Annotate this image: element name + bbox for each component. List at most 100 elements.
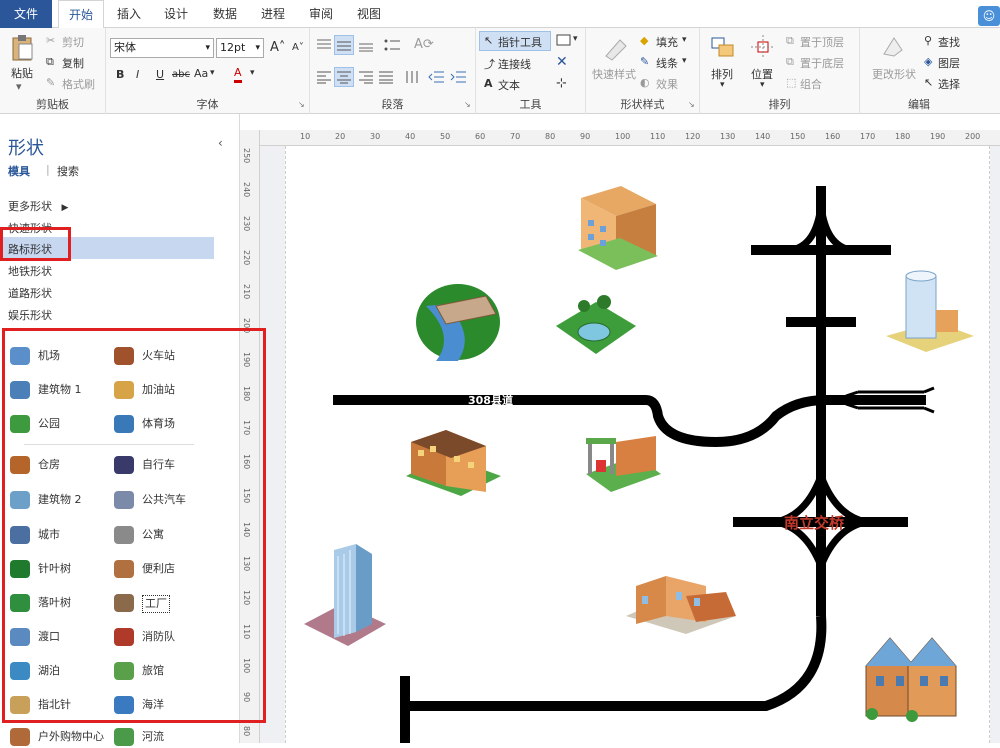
layers-icon[interactable]: ◈ — [924, 55, 932, 68]
format-painter-button[interactable]: 格式刷 — [62, 76, 95, 92]
more-shapes-item[interactable]: 更多形状 ▶ — [8, 198, 68, 214]
cut-icon[interactable]: ✂ — [46, 34, 55, 47]
copy-icon[interactable]: ⧉ — [46, 55, 54, 69]
tab-data[interactable]: 数据 — [204, 0, 246, 28]
drawing-page[interactable]: 308县道 南立交桥 — [285, 146, 990, 743]
building-icon-2[interactable] — [406, 430, 501, 496]
line-button[interactable]: 线条 — [656, 55, 678, 71]
align-center-icon[interactable] — [336, 70, 352, 84]
connector-button[interactable]: 连接线 — [498, 56, 531, 72]
connection-point-icon[interactable]: ⊹ — [556, 76, 567, 91]
arrange-icon[interactable] — [710, 34, 736, 60]
select-icon[interactable]: ↖ — [924, 76, 933, 89]
text-rotate-icon[interactable]: A⟳ — [414, 37, 434, 52]
format-painter-icon[interactable]: ✎ — [46, 76, 55, 89]
paste-icon[interactable] — [10, 34, 34, 62]
stencil-shape-outdoor-mall[interactable]: 户外购物中心 — [10, 726, 110, 748]
quick-style-icon[interactable] — [602, 34, 630, 62]
gas-station-icon[interactable] — [586, 436, 661, 492]
apartment-complex-icon[interactable] — [626, 576, 736, 634]
quick-style-button[interactable]: 快速样式 — [592, 66, 636, 82]
building-icon-1[interactable] — [578, 186, 658, 270]
park-icon[interactable] — [556, 295, 636, 354]
group-icon[interactable]: ⬚ — [786, 76, 796, 89]
category-metro-shapes[interactable]: 地铁形状 — [8, 263, 52, 279]
fill-icon[interactable]: ◆ — [640, 34, 648, 47]
layers-button[interactable]: 图层 — [938, 55, 960, 71]
align-right-icon[interactable] — [358, 70, 374, 84]
align-middle-icon[interactable] — [336, 38, 352, 52]
bring-to-front-icon[interactable]: ⧉ — [786, 34, 794, 48]
city-skyscraper-icon[interactable] — [304, 544, 386, 646]
font-group-label: 字体 — [196, 98, 219, 111]
select-button[interactable]: 选择 — [938, 76, 960, 92]
text-tool-icon[interactable]: A — [484, 77, 493, 90]
effect-icon[interactable]: ◐ — [640, 76, 650, 89]
change-case-button[interactable]: Aa — [194, 67, 208, 80]
font-size-select[interactable]: 12pt ▾ — [216, 38, 264, 58]
find-icon[interactable]: ⚲ — [924, 34, 932, 47]
align-top-icon[interactable] — [316, 38, 332, 52]
send-to-back-icon[interactable]: ⧉ — [786, 55, 794, 69]
line-icon[interactable]: ✎ — [640, 55, 649, 68]
change-shape-icon[interactable] — [880, 34, 906, 60]
decrease-indent-icon[interactable] — [428, 70, 444, 84]
h-ruler-tick: 60 — [475, 132, 486, 141]
strikethrough-button[interactable]: abc — [172, 69, 190, 80]
editing-group: 更改形状 ⚲ 查找 ◈ 图层 ↖ 选择 编辑 — [860, 28, 978, 114]
tab-search[interactable]: 搜索 — [57, 163, 79, 179]
fill-button[interactable]: 填充 — [656, 34, 678, 50]
italic-button[interactable]: I — [136, 68, 139, 81]
align-bottom-icon[interactable] — [358, 38, 374, 52]
pointer-tool-button[interactable]: 指针工具 — [498, 34, 542, 50]
tab-home[interactable]: 开始 — [58, 0, 104, 29]
category-recreation-shapes[interactable]: 娱乐形状 — [8, 307, 52, 323]
row-houses-icon[interactable] — [865, 637, 957, 722]
text-tool-button[interactable]: 文本 — [498, 77, 520, 93]
v-ruler-tick: 230 — [242, 216, 251, 232]
copy-button[interactable]: 复制 — [62, 55, 84, 71]
tab-stencils[interactable]: 模具 — [8, 163, 30, 179]
underline-button[interactable]: U — [156, 68, 164, 81]
shrink-font-icon[interactable]: A˅ — [292, 42, 304, 53]
grow-font-icon[interactable]: A˄ — [270, 40, 285, 55]
editing-group-label: 编辑 — [908, 98, 930, 111]
group-button[interactable]: 组合 — [800, 76, 822, 92]
tab-review[interactable]: 审阅 — [300, 0, 342, 28]
collapse-panel-icon[interactable]: ‹ — [218, 136, 223, 150]
interchange-label: 南立交桥 — [784, 514, 845, 532]
office-building-icon[interactable] — [886, 270, 974, 352]
bring-to-front-button[interactable]: 置于顶层 — [800, 34, 844, 50]
category-road-shapes[interactable]: 道路形状 — [8, 285, 52, 301]
connector-icon[interactable]: ⤴ — [484, 56, 495, 72]
tab-view[interactable]: 视图 — [348, 0, 390, 28]
align-left-icon[interactable] — [316, 70, 332, 84]
south-curve-road[interactable] — [406, 615, 827, 711]
increase-indent-icon[interactable] — [450, 70, 466, 84]
justify-icon[interactable] — [378, 70, 394, 84]
bridge-over-river-icon[interactable] — [416, 284, 500, 361]
tab-process[interactable]: 进程 — [252, 0, 294, 28]
tab-file[interactable]: 文件 — [0, 0, 52, 28]
rectangle-tool-icon[interactable] — [556, 34, 572, 46]
change-shape-button[interactable]: 更改形状 — [872, 66, 916, 82]
find-button[interactable]: 查找 — [938, 34, 960, 50]
cut-button[interactable]: 剪切 — [62, 34, 84, 50]
font-name-select[interactable]: 宋体 ▾ — [110, 38, 214, 58]
tab-design[interactable]: 设计 — [155, 0, 197, 28]
text-direction-icon[interactable] — [404, 70, 420, 84]
position-icon[interactable] — [750, 34, 776, 60]
account-icon[interactable]: ☺ — [978, 6, 1000, 26]
font-color-button[interactable]: A — [234, 66, 242, 83]
bullets-icon[interactable] — [384, 38, 400, 52]
tab-insert[interactable]: 插入 — [108, 0, 150, 28]
pointer-tool-icon[interactable]: ↖ — [484, 34, 493, 47]
county-road-308[interactable] — [333, 395, 926, 448]
bold-button[interactable]: B — [116, 68, 124, 81]
paste-button[interactable]: 粘贴 — [11, 65, 33, 81]
close-tool-icon[interactable]: ✕ — [556, 54, 568, 70]
stencil-shape-river[interactable]: 河流 — [114, 726, 214, 748]
drawing-canvas[interactable]: 308县道 南立交桥 — [260, 146, 1000, 743]
send-to-back-button[interactable]: 置于底层 — [800, 55, 844, 71]
effect-button[interactable]: 效果 — [656, 76, 678, 92]
